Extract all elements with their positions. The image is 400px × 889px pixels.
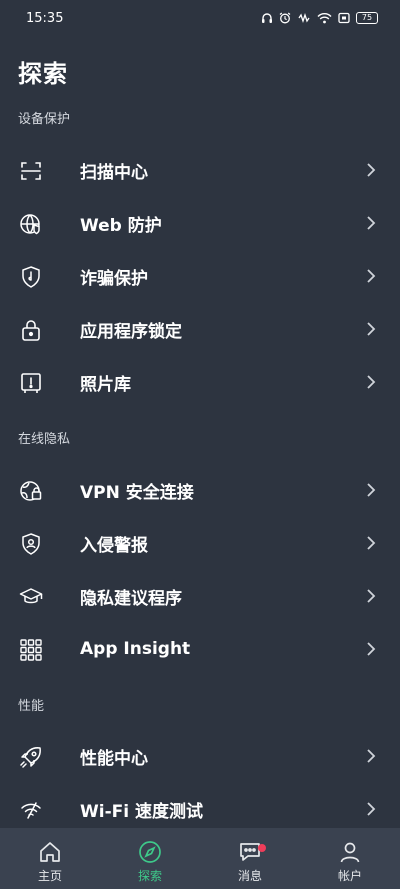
- user-icon: [340, 842, 360, 863]
- intruder-shield-icon: [18, 531, 44, 557]
- lock-icon: [18, 317, 44, 343]
- chevron-right-icon: [367, 589, 376, 603]
- vibrate-icon: [298, 12, 310, 24]
- bottom-nav: 主页 探索 消息 帐户: [0, 828, 400, 889]
- menu-item-label: 照片库: [80, 374, 131, 395]
- scam-shield-icon: [18, 264, 44, 290]
- menu-item-label: 性能中心: [80, 748, 148, 769]
- chevron-right-icon: [367, 642, 376, 656]
- section-header-performance: 性能: [18, 699, 45, 714]
- nav-home-label: 主页: [37, 869, 62, 883]
- menu-item-label: Web 防护: [80, 215, 162, 236]
- menu-item-scan-center[interactable]: 扫描中心: [0, 144, 400, 196]
- graduation-cap-icon: [18, 584, 44, 610]
- status-time: 15:35: [26, 10, 64, 26]
- scan-icon: [18, 158, 44, 184]
- chevron-right-icon: [367, 216, 376, 230]
- menu-item-photo-vault[interactable]: 照片库: [0, 356, 400, 408]
- vpn-icon: [18, 478, 44, 504]
- rocket-icon: [18, 744, 44, 770]
- chat-bubble-icon: [240, 843, 260, 861]
- chevron-right-icon: [367, 802, 376, 816]
- status-icons: 75: [261, 12, 378, 24]
- menu-item-app-insight[interactable]: App Insight: [0, 623, 400, 675]
- menu-item-web-protection[interactable]: Web 防护: [0, 197, 400, 249]
- page-title: 探索: [18, 60, 68, 88]
- battery-icon: 75: [356, 12, 378, 24]
- chevron-right-icon: [367, 269, 376, 283]
- nav-home[interactable]: 主页: [0, 828, 100, 889]
- wifi-icon: [317, 13, 332, 24]
- menu-item-label: 扫描中心: [80, 162, 148, 183]
- menu-item-label: 隐私建议程序: [80, 588, 182, 609]
- section-header-device: 设备保护: [18, 112, 71, 127]
- compass-icon: [139, 841, 161, 863]
- wifi-speed-icon: [18, 797, 44, 823]
- section-header-privacy: 在线隐私: [18, 432, 71, 447]
- menu-item-performance-center[interactable]: 性能中心: [0, 730, 400, 782]
- status-bar: 15:35 75: [0, 0, 400, 36]
- menu-item-app-lock[interactable]: 应用程序锁定: [0, 303, 400, 355]
- nav-account[interactable]: 帐户: [300, 828, 400, 889]
- menu-item-label: 诈骗保护: [80, 268, 148, 289]
- nav-messages-label: 消息: [237, 869, 262, 883]
- headphones-icon: [262, 13, 272, 23]
- chevron-right-icon: [367, 749, 376, 763]
- menu-item-label: VPN 安全连接: [80, 482, 194, 503]
- chevron-right-icon: [367, 483, 376, 497]
- menu-item-label: 应用程序锁定: [80, 321, 182, 342]
- nav-explore-label: 探索: [137, 869, 162, 883]
- notification-badge: [258, 844, 266, 852]
- alarm-icon: [279, 12, 291, 24]
- photo-vault-icon: [18, 370, 44, 396]
- nav-explore[interactable]: 探索: [100, 828, 200, 889]
- chevron-right-icon: [367, 375, 376, 389]
- chevron-right-icon: [367, 163, 376, 177]
- menu-item-intruder-alert[interactable]: 入侵警报: [0, 517, 400, 569]
- globe-shield-icon: [18, 211, 44, 237]
- menu-item-privacy-advisor[interactable]: 隐私建议程序: [0, 570, 400, 622]
- chevron-right-icon: [367, 322, 376, 336]
- menu-item-scam-protection[interactable]: 诈骗保护: [0, 250, 400, 302]
- nav-messages[interactable]: 消息: [200, 828, 300, 889]
- menu-item-vpn[interactable]: VPN 安全连接: [0, 464, 400, 516]
- menu-item-label: 入侵警报: [80, 535, 148, 556]
- nav-account-label: 帐户: [337, 869, 362, 883]
- chevron-right-icon: [367, 536, 376, 550]
- grid-icon: [18, 637, 44, 663]
- home-icon: [40, 842, 60, 862]
- menu-item-label: App Insight: [80, 639, 191, 659]
- screen-icon: [338, 12, 350, 24]
